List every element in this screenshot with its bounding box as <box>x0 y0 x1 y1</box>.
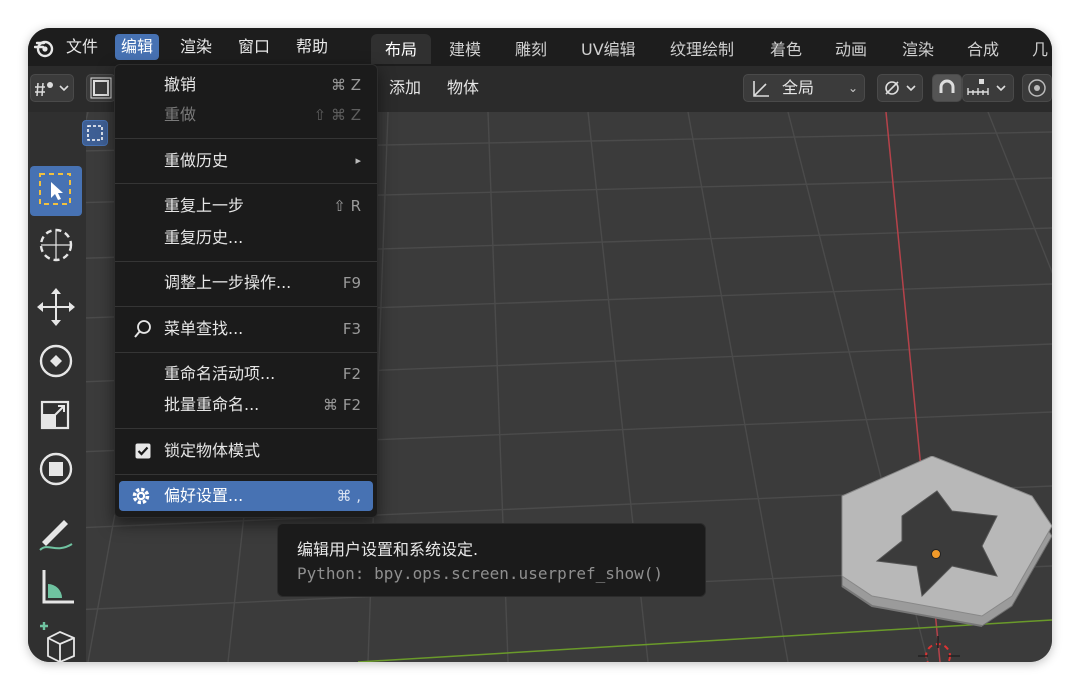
menu-item-undo[interactable]: 撤销 ⌘ Z <box>119 70 373 100</box>
tab-rendering[interactable]: 渲染 <box>888 34 948 64</box>
menu-separator <box>115 428 377 429</box>
menu-separator <box>115 138 377 139</box>
menu-window[interactable]: 窗口 <box>232 34 276 60</box>
tab-shading[interactable]: 着色 <box>756 34 816 64</box>
menu-separator <box>115 261 377 262</box>
mode-dropdown[interactable] <box>30 74 74 102</box>
object-mode-icon <box>35 82 69 97</box>
menu-item-preferences[interactable]: 偏好设置... ⌘ , <box>119 481 373 511</box>
menu-item-batch-rename[interactable]: 批量重命名... ⌘ F2 <box>119 390 373 420</box>
tab-layout[interactable]: 布局 <box>371 34 432 64</box>
menu-item-undo-history[interactable]: 重做历史 ▸ <box>119 146 373 176</box>
menu-item-redo: 重做 ⇧ ⌘ Z <box>164 105 361 124</box>
tab-texture-paint[interactable]: 纹理绘制 <box>656 34 748 64</box>
scale-icon <box>40 400 70 430</box>
tool-shelf <box>28 112 108 662</box>
submenu-arrow-icon: ▸ <box>355 154 361 167</box>
pivot-icon <box>885 81 916 95</box>
blender-window: 文件 编辑 渲染 窗口 帮助 布局 建模 雕刻 UV编辑 纹理绘制 着色 动画 … <box>28 28 1052 662</box>
top-bar: 文件 编辑 渲染 窗口 帮助 布局 建模 雕刻 UV编辑 纹理绘制 着色 动画 … <box>28 28 1052 66</box>
menu-item-lock-object-modes[interactable]: 锁定物体模式 <box>119 436 373 466</box>
snap-increment-icon <box>967 79 1006 95</box>
chevron-down-icon: ⌄ <box>847 81 858 95</box>
tab-sculpting[interactable]: 雕刻 <box>501 34 561 64</box>
rotate-tool[interactable] <box>30 336 82 386</box>
object-origin-icon <box>931 549 941 559</box>
move-icon <box>37 288 75 326</box>
magnet-icon <box>939 79 955 93</box>
cursor-icon <box>39 228 73 262</box>
menu-separator <box>115 306 377 307</box>
search-icon <box>134 320 151 338</box>
box-select-mode-icon[interactable] <box>82 120 108 146</box>
select-box-tool[interactable] <box>30 166 82 216</box>
tooltip-python: Python: bpy.ops.screen.userpref_show() <box>297 564 664 583</box>
scale-tool[interactable] <box>30 390 82 440</box>
gear-icon <box>132 487 150 505</box>
measure-tool[interactable] <box>30 562 82 612</box>
tab-geometry-nodes[interactable]: 几 <box>1018 34 1052 64</box>
add-cube-icon <box>40 622 75 662</box>
proportional-editing-toggle[interactable] <box>1022 74 1052 102</box>
menu-item-menu-search[interactable]: 菜单查找... F3 <box>119 314 373 344</box>
tab-uv-editing[interactable]: UV编辑 <box>567 34 650 64</box>
menu-item-rename-active[interactable]: 重命名活动项... F2 <box>119 359 373 389</box>
move-tool[interactable] <box>30 282 82 332</box>
transform-icon <box>39 452 73 486</box>
pivot-point-dropdown[interactable] <box>877 74 923 102</box>
menu-separator <box>115 352 377 353</box>
proportional-icon <box>1028 79 1046 97</box>
add-menu[interactable]: 添加 <box>389 74 421 102</box>
snap-target-dropdown[interactable] <box>962 74 1014 102</box>
measure-icon <box>42 570 74 604</box>
cursor-select-icon <box>39 173 71 205</box>
menu-render[interactable]: 渲染 <box>174 34 218 60</box>
preferences-tooltip: 编辑用户设置和系统设定. Python: bpy.ops.screen.user… <box>277 523 706 597</box>
object-menu[interactable]: 物体 <box>447 74 479 102</box>
add-cube-tool[interactable] <box>30 616 82 662</box>
menu-file[interactable]: 文件 <box>60 34 104 60</box>
orientation-axes-icon <box>753 81 769 97</box>
tooltip-description: 编辑用户设置和系统设定. <box>297 540 479 559</box>
cursor-tool[interactable] <box>30 220 82 270</box>
snap-toggle[interactable] <box>932 74 962 102</box>
menu-help[interactable]: 帮助 <box>290 34 334 60</box>
checkbox-icon[interactable] <box>135 443 151 459</box>
menu-item-repeat-last[interactable]: 重复上一步 ⇧ R <box>119 191 373 221</box>
tab-compositing[interactable]: 合成 <box>953 34 1013 64</box>
menu-edit[interactable]: 编辑 <box>115 34 160 60</box>
transform-tool[interactable] <box>30 444 82 494</box>
rotate-icon <box>39 344 73 378</box>
annotate-icon <box>39 520 73 551</box>
edit-menu-dropdown: 撤销 ⌘ Z 重做 ⇧ ⌘ Z 重做历史 ▸ 重复上一步 ⇧ R 重复历史...… <box>114 64 378 518</box>
tab-modeling[interactable]: 建模 <box>435 34 495 64</box>
blender-logo-icon[interactable] <box>34 38 54 58</box>
menu-item-repeat-history[interactable]: 重复历史... <box>119 223 373 253</box>
orientation-label: 全局 <box>782 78 815 97</box>
annotate-tool[interactable] <box>30 508 82 558</box>
3d-cursor-icon[interactable] <box>908 632 968 662</box>
select-box-mode-button[interactable] <box>86 74 116 102</box>
menu-separator <box>115 474 377 475</box>
transform-orientation-dropdown[interactable]: 全局 ⌄ <box>743 74 865 102</box>
menu-item-adjust-last[interactable]: 调整上一步操作... F9 <box>119 268 373 298</box>
tab-animation[interactable]: 动画 <box>821 34 881 64</box>
menu-separator <box>115 183 377 184</box>
